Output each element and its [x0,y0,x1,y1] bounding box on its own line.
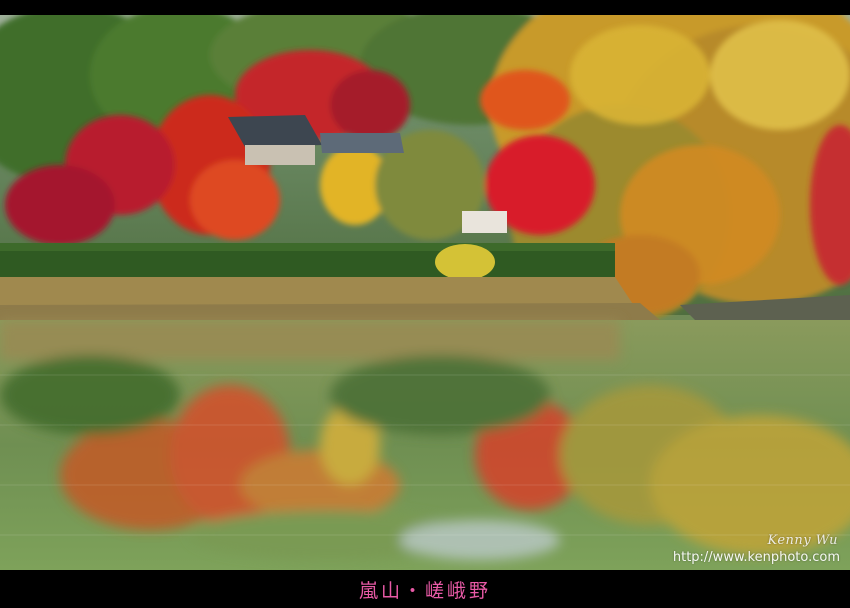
landscape-photo: Kenny Wu http://www.kenphoto.com [0,15,850,570]
photographer-signature: Kenny Wu [767,533,838,548]
photo-caption: 嵐山・嵯峨野 [358,579,491,602]
black-frame: Kenny Wu http://www.kenphoto.com 嵐山・嵯峨野 [0,0,850,608]
watermark-url: http://www.kenphoto.com [672,550,840,565]
autumn-pond-scene [0,15,850,570]
